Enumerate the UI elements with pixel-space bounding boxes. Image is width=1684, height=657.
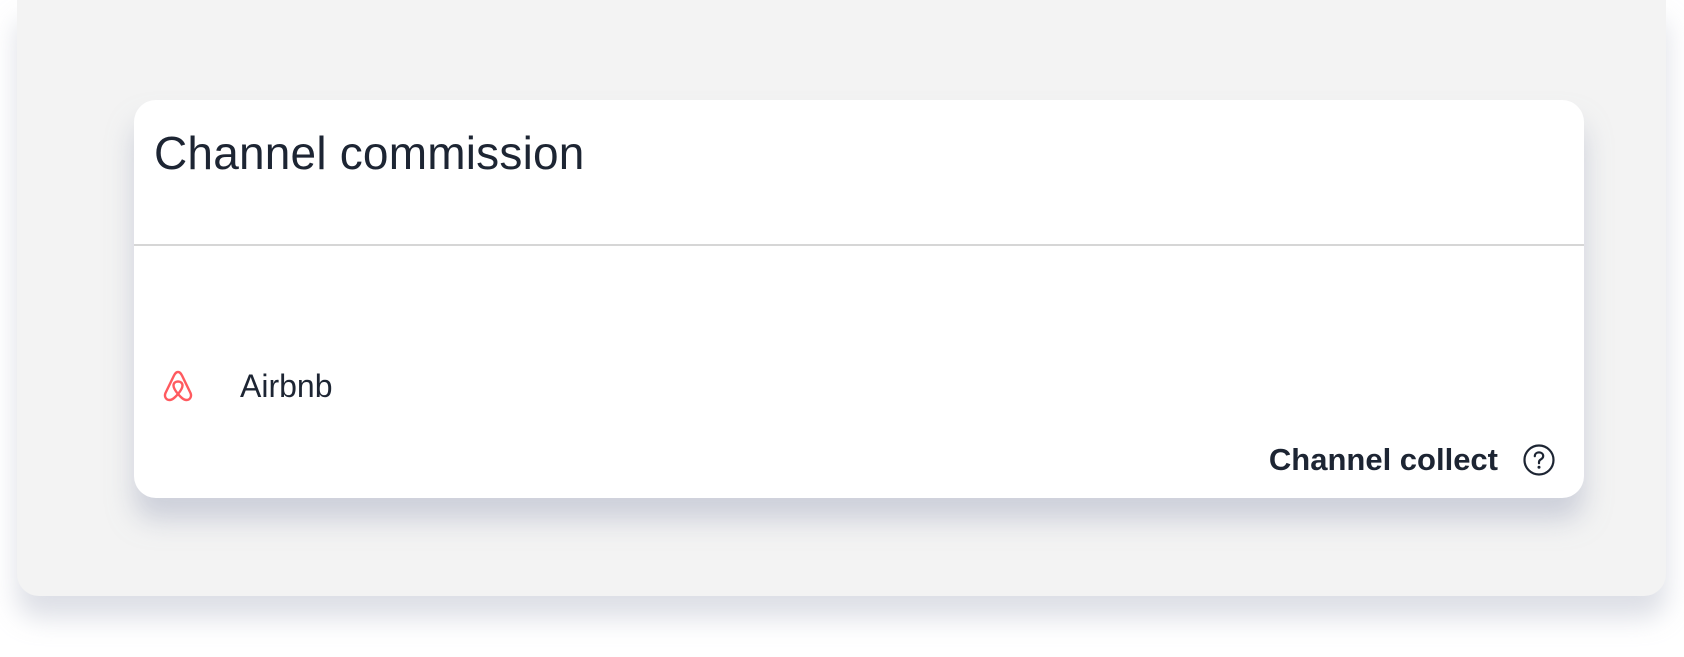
airbnb-logo-icon bbox=[160, 368, 196, 404]
channel-row: Airbnb bbox=[160, 362, 333, 410]
channel-name: Airbnb bbox=[240, 367, 333, 404]
channel-collect-label: Channel collect bbox=[1268, 442, 1498, 477]
card-title: Channel commission bbox=[154, 127, 585, 179]
channel-collect-row: Channel collect bbox=[1269, 440, 1556, 480]
outer-panel: Channel commission Airbnb Channel collec… bbox=[17, 0, 1666, 596]
channel-commission-card: Channel commission Airbnb Channel collec… bbox=[134, 100, 1584, 498]
question-circle-icon[interactable] bbox=[1522, 443, 1556, 477]
divider bbox=[134, 244, 1584, 246]
